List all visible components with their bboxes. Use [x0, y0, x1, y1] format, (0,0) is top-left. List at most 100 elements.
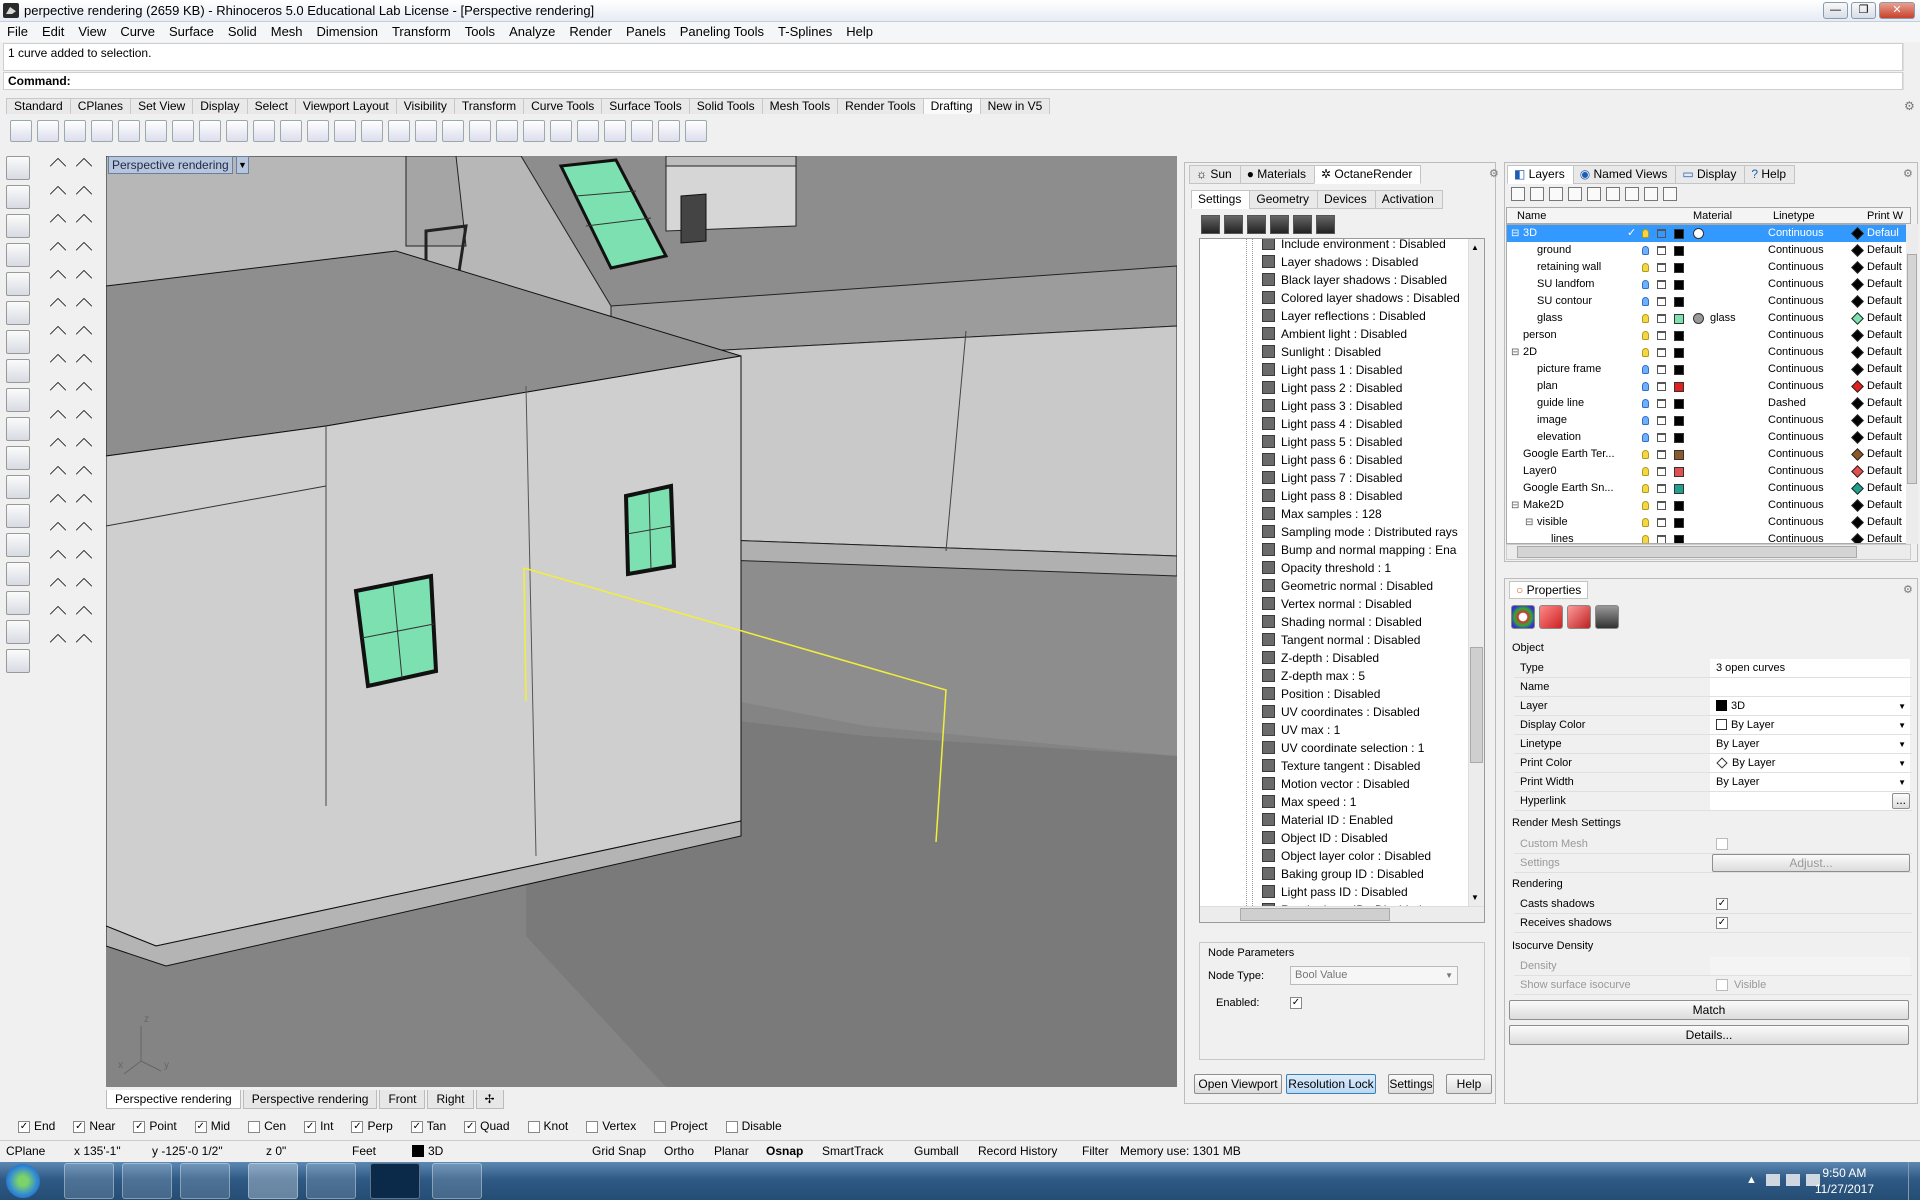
osnap-perp[interactable]: ✓ Perp	[342, 1119, 393, 1133]
material-sphere-icon[interactable]	[1693, 313, 1704, 324]
layer-row[interactable]: SU contour Continuous Default	[1507, 293, 1910, 310]
rhino-taskbar-icon[interactable]	[306, 1163, 356, 1199]
tree-item[interactable]: Colored layer shadows : Disabled	[1262, 289, 1460, 307]
layer-linetype[interactable]: Continuous	[1768, 259, 1824, 276]
layers-gear-icon[interactable]: ⚙	[1903, 167, 1913, 180]
toolbar-tab-set-view[interactable]: Set View	[130, 98, 194, 114]
grid-icon[interactable]	[6, 330, 30, 354]
octane-subtab-activation[interactable]: Activation	[1374, 190, 1443, 209]
lock-icon[interactable]	[1657, 331, 1666, 340]
layer-linetype[interactable]: Continuous	[1768, 497, 1824, 514]
osnap-end[interactable]: ✓ End	[9, 1119, 55, 1133]
properties-gear-icon[interactable]: ⚙	[1903, 583, 1913, 596]
tree-scroll-thumb[interactable]	[1470, 647, 1483, 763]
property-value-field[interactable]	[1710, 678, 1910, 696]
octane-subtab-devices[interactable]: Devices	[1317, 190, 1376, 209]
visibility-bulb-icon[interactable]	[1642, 382, 1649, 391]
tree-item[interactable]: Material ID : Enabled	[1262, 811, 1393, 829]
tool-alt-3-icon[interactable]	[75, 213, 93, 231]
expander-icon[interactable]: ⊟	[1511, 497, 1519, 514]
lock-icon[interactable]	[1657, 416, 1666, 425]
layer-linetype[interactable]: Continuous	[1768, 412, 1824, 429]
property-value-field[interactable]: 3 open curves	[1710, 659, 1910, 677]
layer-color-swatch[interactable]	[1674, 263, 1684, 273]
tree-item[interactable]: Light pass 2 : Disabled	[1262, 379, 1402, 397]
lock-icon[interactable]	[1657, 280, 1666, 289]
detail-icon[interactable]	[91, 120, 113, 142]
text-block-icon[interactable]	[496, 120, 518, 142]
layers-vscrollbar[interactable]	[1906, 224, 1918, 544]
layer-row[interactable]: Layer0 Continuous Default	[1507, 463, 1910, 480]
layer-print-width[interactable]: Default	[1867, 480, 1902, 497]
layers-tab-help[interactable]: ? Help	[1744, 165, 1796, 184]
layer-print-width[interactable]: Default	[1867, 344, 1902, 361]
layers-vscroll-thumb[interactable]	[1907, 254, 1917, 484]
sphere-icon[interactable]	[631, 120, 653, 142]
tool-11-icon[interactable]	[49, 437, 67, 455]
tool-alt-11-icon[interactable]	[75, 437, 93, 455]
visibility-bulb-icon[interactable]	[1642, 246, 1649, 255]
visibility-bulb-icon[interactable]	[1642, 501, 1649, 510]
print-color-icon[interactable]	[1851, 329, 1864, 342]
tray-network-icon[interactable]	[1786, 1174, 1800, 1186]
lock-icon[interactable]	[1657, 365, 1666, 374]
layer-print-width[interactable]: Default	[1867, 412, 1902, 429]
tree-item[interactable]: Sampling mode : Distributed rays	[1262, 523, 1458, 541]
layer-print-width[interactable]: Default	[1867, 276, 1902, 293]
viewport-tab-right[interactable]: Right	[427, 1090, 474, 1109]
layer-row[interactable]: ⊟ Make2D Continuous Default	[1507, 497, 1910, 514]
internet-explorer-icon[interactable]	[64, 1163, 114, 1199]
layer-print-width[interactable]: Default	[1867, 446, 1902, 463]
rotated-dim-icon[interactable]	[199, 120, 221, 142]
visibility-bulb-icon[interactable]	[1642, 467, 1649, 476]
layer-print-width[interactable]: Default	[1867, 259, 1902, 276]
print-icon[interactable]	[658, 120, 680, 142]
stop-icon[interactable]	[6, 156, 30, 180]
density-field[interactable]	[1710, 957, 1910, 975]
octane-settings-tree[interactable]: Include environment : Disabled Layer shad…	[1199, 238, 1485, 923]
layer-row[interactable]: Google Earth Ter... Continuous Default	[1507, 446, 1910, 463]
line-dim-icon[interactable]	[118, 120, 140, 142]
layer-color-swatch[interactable]	[1674, 484, 1684, 494]
print-color-icon[interactable]	[1851, 448, 1864, 461]
layer-row[interactable]: retaining wall Continuous Default	[1507, 259, 1910, 276]
open-viewport-button[interactable]: Open Viewport	[1194, 1074, 1282, 1094]
tree-item[interactable]: Motion vector : Disabled	[1262, 775, 1410, 793]
tool-16-icon[interactable]	[49, 577, 67, 595]
tool-2-icon[interactable]	[49, 185, 67, 203]
layer-row[interactable]: ⊟ 3D ✓ Continuous Defaul	[1507, 225, 1910, 242]
tree-item[interactable]: Geometric normal : Disabled	[1262, 577, 1433, 595]
page2-icon[interactable]	[64, 120, 86, 142]
print-color-icon[interactable]	[1851, 244, 1864, 257]
expander-icon[interactable]: ⊟	[1511, 344, 1519, 361]
tool-alt-7-icon[interactable]	[75, 325, 93, 343]
material-sphere-icon[interactable]	[1693, 228, 1704, 239]
lock-icon[interactable]	[1657, 467, 1666, 476]
tree-item[interactable]: Max samples : 128	[1262, 505, 1382, 523]
viewport-tab-front[interactable]: Front	[379, 1090, 426, 1109]
print-color-icon[interactable]	[1851, 295, 1864, 308]
show-desktop-button[interactable]	[1908, 1162, 1920, 1200]
tray-flag-icon[interactable]	[1766, 1174, 1780, 1186]
layer-row[interactable]: glass glass Continuous Default	[1507, 310, 1910, 327]
property-value-field[interactable]: ...	[1710, 792, 1910, 810]
receives-shadows-checkbox[interactable]: ✓	[1716, 917, 1728, 929]
menu-render[interactable]: Render	[562, 22, 619, 39]
column-linetype[interactable]: Linetype	[1773, 210, 1815, 222]
toolbar-tab-viewport-layout[interactable]: Viewport Layout	[294, 98, 397, 114]
dropdown-arrow-icon[interactable]: ▼	[1898, 773, 1906, 792]
layers-hscroll-thumb[interactable]	[1517, 546, 1857, 558]
toolbar-tab-transform[interactable]: Transform	[453, 98, 525, 114]
layout-icon[interactable]	[10, 120, 32, 142]
toolbar-tab-mesh-tools[interactable]: Mesh Tools	[761, 98, 839, 114]
menu-mesh[interactable]: Mesh	[264, 22, 310, 39]
tool-12-icon[interactable]	[49, 465, 67, 483]
layer-print-width[interactable]: Default	[1867, 497, 1902, 514]
tree-item[interactable]: Light pass 1 : Disabled	[1262, 361, 1402, 379]
tool-alt-1-icon[interactable]	[75, 157, 93, 175]
print-color-icon[interactable]	[1851, 261, 1864, 274]
tool-14-icon[interactable]	[49, 521, 67, 539]
layer-row[interactable]: elevation Continuous Default	[1507, 429, 1910, 446]
osnap-checkbox[interactable]: ✓	[410, 1120, 423, 1133]
layer-row[interactable]: ⊟ 2D Continuous Default	[1507, 344, 1910, 361]
